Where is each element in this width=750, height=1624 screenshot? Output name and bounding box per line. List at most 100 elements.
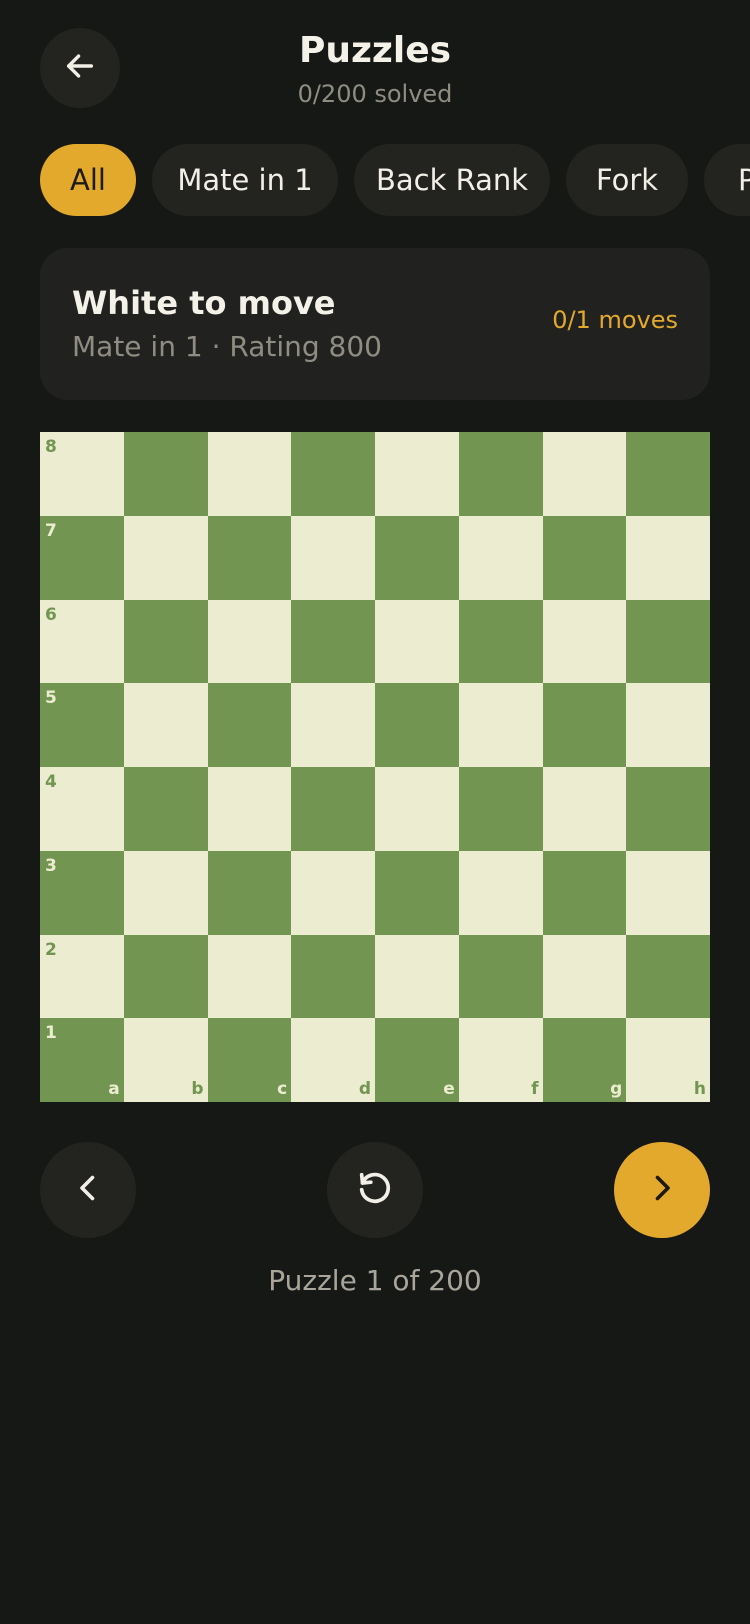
- board-square-e6[interactable]: [375, 599, 459, 684]
- board-square-e7[interactable]: [375, 515, 459, 600]
- board-square-h3[interactable]: [626, 850, 710, 935]
- puzzle-info-card: White to move Mate in 1 · Rating 800 0/1…: [40, 248, 710, 400]
- filter-chip-partial[interactable]: P: [704, 144, 750, 216]
- board-square-b7[interactable]: [123, 515, 208, 600]
- board-square-c4[interactable]: [207, 767, 292, 851]
- board-square-f6[interactable]: [458, 599, 543, 684]
- board-square-e2[interactable]: [375, 934, 459, 1019]
- board-square-b6[interactable]: [123, 599, 208, 684]
- moves-progress: 0/1 moves: [552, 306, 678, 334]
- board-square-h2[interactable]: [626, 934, 710, 1019]
- board-square-h5[interactable]: [626, 683, 710, 767]
- chess-board[interactable]: 87654321abcdefgh: [40, 432, 710, 1102]
- board-square-d2[interactable]: [291, 934, 375, 1019]
- board-square-f5[interactable]: [458, 683, 543, 767]
- board-square-g5[interactable]: [542, 683, 627, 767]
- board-square-b1[interactable]: b: [123, 1018, 208, 1102]
- filter-chip-back-rank[interactable]: Back Rank: [354, 144, 550, 216]
- reset-puzzle-button[interactable]: [327, 1142, 423, 1238]
- header: Puzzles 0/200 solved: [0, 0, 750, 120]
- board-square-a3[interactable]: 3: [40, 850, 124, 935]
- board-square-e4[interactable]: [375, 767, 459, 851]
- file-label: d: [358, 1079, 371, 1099]
- puzzle-details: Mate in 1 · Rating 800: [72, 330, 382, 363]
- board-square-a1[interactable]: 1a: [40, 1018, 124, 1102]
- board-square-d3[interactable]: [291, 850, 375, 935]
- filter-chip-fork[interactable]: Fork: [566, 144, 688, 216]
- file-label: a: [108, 1079, 120, 1099]
- board-square-g2[interactable]: [542, 934, 627, 1019]
- board-square-f4[interactable]: [458, 767, 543, 851]
- board-square-a5[interactable]: 5: [40, 683, 124, 767]
- rank-label: 8: [45, 437, 57, 457]
- board-square-d1[interactable]: d: [291, 1018, 375, 1102]
- board-square-h8[interactable]: [626, 432, 710, 516]
- board-square-h6[interactable]: [626, 599, 710, 684]
- board-square-a4[interactable]: 4: [40, 767, 124, 851]
- board-square-e5[interactable]: [375, 683, 459, 767]
- filter-chip-all[interactable]: All: [40, 144, 136, 216]
- board-square-f3[interactable]: [458, 850, 543, 935]
- file-label: h: [693, 1079, 706, 1099]
- board-square-f8[interactable]: [458, 432, 543, 516]
- next-puzzle-button[interactable]: [614, 1142, 710, 1238]
- board-square-c7[interactable]: [207, 515, 292, 600]
- board-square-g7[interactable]: [542, 515, 627, 600]
- board-square-e1[interactable]: e: [375, 1018, 459, 1102]
- board-square-e3[interactable]: [375, 850, 459, 935]
- board-square-a7[interactable]: 7: [40, 515, 124, 600]
- file-label: g: [610, 1079, 623, 1099]
- board-square-a8[interactable]: 8: [40, 432, 124, 516]
- board-square-d4[interactable]: [291, 767, 375, 851]
- solved-count: 0/200 solved: [297, 80, 453, 108]
- board-square-c2[interactable]: [207, 934, 292, 1019]
- board-square-c1[interactable]: c: [207, 1018, 292, 1102]
- board-square-d8[interactable]: [291, 432, 375, 516]
- board-square-f1[interactable]: f: [458, 1018, 543, 1102]
- board-square-h7[interactable]: [626, 515, 710, 600]
- file-label: b: [191, 1079, 204, 1099]
- filter-chips: All Mate in 1 Back Rank Fork P: [40, 144, 750, 216]
- board-square-b4[interactable]: [123, 767, 208, 851]
- file-label: e: [443, 1079, 455, 1099]
- board-square-f7[interactable]: [458, 515, 543, 600]
- board-square-h1[interactable]: h: [626, 1018, 710, 1102]
- rank-label: 3: [45, 855, 57, 876]
- board-square-d7[interactable]: [291, 515, 375, 600]
- board-square-c5[interactable]: [207, 683, 292, 767]
- rank-label: 4: [45, 772, 57, 792]
- file-label: f: [531, 1079, 539, 1099]
- rank-label: 2: [45, 939, 57, 960]
- chevron-right-icon: [644, 1170, 680, 1210]
- puzzle-side-to-move: White to move: [72, 284, 336, 322]
- board-square-d6[interactable]: [291, 599, 375, 684]
- board-square-b2[interactable]: [123, 934, 208, 1019]
- previous-puzzle-button[interactable]: [40, 1142, 136, 1238]
- board-square-f2[interactable]: [458, 934, 543, 1019]
- rank-label: 7: [45, 520, 57, 541]
- puzzle-controls: [0, 1142, 750, 1238]
- board-square-g4[interactable]: [542, 767, 627, 851]
- board-square-a6[interactable]: 6: [40, 599, 124, 684]
- board-square-d5[interactable]: [291, 683, 375, 767]
- board-square-c6[interactable]: [207, 599, 292, 684]
- board-square-c3[interactable]: [207, 850, 292, 935]
- board-square-e8[interactable]: [375, 432, 459, 516]
- board-square-g1[interactable]: g: [542, 1018, 627, 1102]
- board-square-h4[interactable]: [626, 767, 710, 851]
- board-square-c8[interactable]: [207, 432, 292, 516]
- board-square-b8[interactable]: [123, 432, 208, 516]
- rotate-ccw-icon: [355, 1168, 395, 1212]
- board-square-b3[interactable]: [123, 850, 208, 935]
- rank-label: 1: [45, 1023, 57, 1044]
- rank-label: 6: [45, 604, 57, 625]
- board-square-a2[interactable]: 2: [40, 934, 124, 1019]
- file-label: c: [277, 1079, 288, 1099]
- board-square-g3[interactable]: [542, 850, 627, 935]
- board-square-g6[interactable]: [542, 599, 627, 684]
- chevron-left-icon: [70, 1170, 106, 1210]
- rank-label: 5: [45, 688, 57, 709]
- filter-chip-mate-in-1[interactable]: Mate in 1: [152, 144, 338, 216]
- board-square-b5[interactable]: [123, 683, 208, 767]
- board-square-g8[interactable]: [542, 432, 627, 516]
